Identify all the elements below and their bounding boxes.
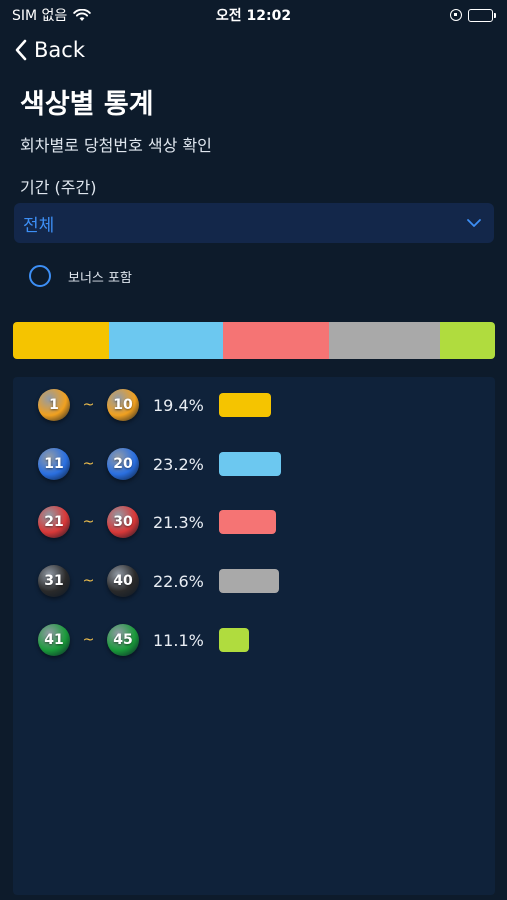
range-separator: ~ — [82, 397, 95, 413]
wifi-icon — [73, 8, 92, 21]
page-title: 색상별 통계 — [20, 89, 154, 120]
stat-row-2: 11 ~ 20 23.2% — [38, 444, 281, 484]
distribution-segment-3 — [223, 322, 329, 359]
distribution-segment-5 — [440, 322, 495, 359]
range-end-ball: 30 — [107, 506, 139, 538]
page-subtitle: 회차별로 당첨번호 색상 확인 — [20, 136, 212, 155]
distribution-segment-2 — [108, 322, 224, 359]
stat-row-3: 21 ~ 30 21.3% — [38, 502, 276, 542]
range-swatch — [219, 628, 249, 652]
battery-icon — [468, 8, 496, 22]
range-separator: ~ — [82, 456, 95, 472]
range-end-ball: 20 — [107, 448, 139, 480]
back-button[interactable]: Back — [14, 38, 85, 62]
range-percent: 23.2% — [153, 454, 204, 474]
range-percent: 11.1% — [153, 630, 204, 650]
status-bar: SIM 없음 오전 12:02 — [0, 0, 507, 30]
distribution-segment-1 — [13, 322, 109, 359]
period-select[interactable]: 전체 — [14, 203, 494, 243]
stat-row-5: 41 ~ 45 11.1% — [38, 620, 249, 660]
range-end-ball: 10 — [107, 389, 139, 421]
range-separator: ~ — [82, 514, 95, 530]
range-swatch — [219, 569, 279, 593]
color-stats-panel: 1 ~ 10 19.4% 11 ~ 20 23.2% 21 ~ 30 21.3%… — [13, 377, 495, 895]
color-distribution-bar — [13, 322, 495, 359]
bonus-toggle[interactable]: 보너스 포함 — [29, 265, 132, 287]
stat-row-1: 1 ~ 10 19.4% — [38, 385, 271, 425]
chevron-left-icon — [15, 39, 27, 61]
range-end-ball: 45 — [107, 624, 139, 656]
orientation-lock-icon — [450, 9, 462, 21]
range-percent: 21.3% — [153, 512, 204, 532]
stat-row-4: 31 ~ 40 22.6% — [38, 561, 279, 601]
range-start-ball: 31 — [38, 565, 70, 597]
range-start-ball: 41 — [38, 624, 70, 656]
status-left: SIM 없음 — [12, 5, 92, 25]
chevron-down-icon — [467, 219, 481, 227]
range-start-ball: 21 — [38, 506, 70, 538]
bonus-radio[interactable] — [29, 265, 51, 287]
back-label: Back — [34, 38, 85, 62]
carrier-label: SIM 없음 — [12, 8, 68, 24]
range-start-ball: 1 — [38, 389, 70, 421]
range-swatch — [219, 452, 281, 476]
range-swatch — [219, 510, 276, 534]
period-label: 기간 (주간) — [20, 178, 97, 197]
range-percent: 22.6% — [153, 571, 204, 591]
distribution-segment-4 — [328, 322, 441, 359]
range-percent: 19.4% — [153, 395, 204, 415]
period-select-value: 전체 — [23, 215, 55, 236]
range-separator: ~ — [82, 573, 95, 589]
range-end-ball: 40 — [107, 565, 139, 597]
range-swatch — [219, 393, 271, 417]
bonus-label: 보너스 포함 — [68, 270, 132, 286]
range-start-ball: 11 — [38, 448, 70, 480]
status-right — [450, 8, 496, 22]
range-separator: ~ — [82, 632, 95, 648]
